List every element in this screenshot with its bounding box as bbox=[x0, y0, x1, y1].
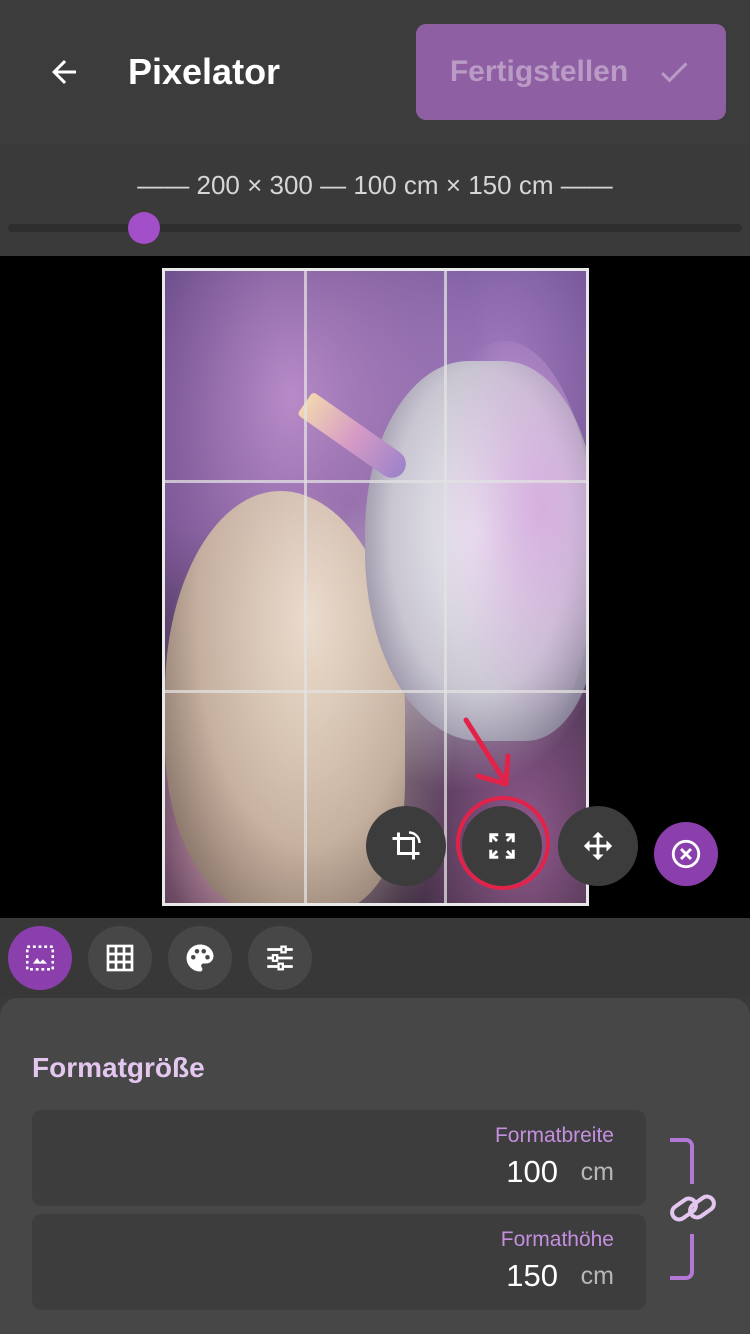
grid-line bbox=[165, 480, 586, 483]
grid-icon bbox=[106, 944, 134, 972]
format-panel: Formatgröße Formatbreite 100 cm Formathö… bbox=[0, 998, 750, 1334]
grid-line bbox=[444, 271, 447, 903]
crop-rotate-icon bbox=[392, 831, 421, 860]
tab-grid[interactable] bbox=[88, 926, 152, 990]
height-unit: cm bbox=[580, 1262, 614, 1290]
height-value[interactable]: 150 bbox=[506, 1258, 558, 1294]
width-unit: cm bbox=[580, 1158, 614, 1186]
crop-rotate-button[interactable] bbox=[366, 806, 446, 886]
sliders-icon bbox=[267, 945, 293, 971]
tab-palette[interactable] bbox=[168, 926, 232, 990]
check-icon bbox=[661, 62, 688, 83]
link-bracket-top bbox=[670, 1138, 694, 1184]
image-canvas bbox=[0, 256, 750, 918]
arrow-left-icon bbox=[52, 60, 76, 84]
tab-format[interactable] bbox=[8, 926, 72, 990]
panel-title: Formatgröße bbox=[32, 1052, 205, 1083]
tool-tabs bbox=[0, 918, 750, 998]
width-label: Formatbreite bbox=[494, 1124, 614, 1147]
move-icon bbox=[583, 831, 613, 861]
size-readout: —— 200 × 300 — 100 cm × 150 cm —— bbox=[137, 170, 613, 200]
width-value[interactable]: 100 bbox=[506, 1154, 558, 1190]
tab-adjust[interactable] bbox=[248, 926, 312, 990]
link-icon[interactable] bbox=[668, 1188, 720, 1228]
height-label: Formathöhe bbox=[500, 1228, 614, 1251]
unicorn-mane bbox=[415, 341, 586, 761]
highlight-ring bbox=[456, 796, 550, 890]
link-bracket-bottom bbox=[670, 1234, 694, 1280]
size-bar: —— 200 × 300 — 100 cm × 150 cm —— bbox=[0, 144, 750, 256]
width-field[interactable]: Formatbreite 100 cm bbox=[32, 1110, 646, 1206]
size-slider-thumb[interactable] bbox=[128, 212, 160, 244]
page-title: Pixelator bbox=[128, 51, 281, 92]
back-button[interactable] bbox=[36, 44, 92, 100]
size-slider-track[interactable] bbox=[8, 224, 742, 232]
height-field[interactable]: Formathöhe 150 cm bbox=[32, 1214, 646, 1310]
grid-line bbox=[304, 271, 307, 903]
finish-button[interactable]: Fertigstellen bbox=[416, 24, 726, 120]
image-frame-icon bbox=[25, 945, 55, 971]
app-header: Pixelator Fertigstellen bbox=[0, 0, 750, 144]
close-button[interactable] bbox=[654, 822, 718, 886]
grid-line bbox=[165, 690, 586, 693]
move-button[interactable] bbox=[558, 806, 638, 886]
close-circle-icon bbox=[671, 839, 701, 869]
finish-button-label: Fertigstellen bbox=[449, 55, 629, 88]
palette-icon bbox=[186, 944, 214, 972]
pointer-arrow-icon bbox=[463, 717, 511, 787]
